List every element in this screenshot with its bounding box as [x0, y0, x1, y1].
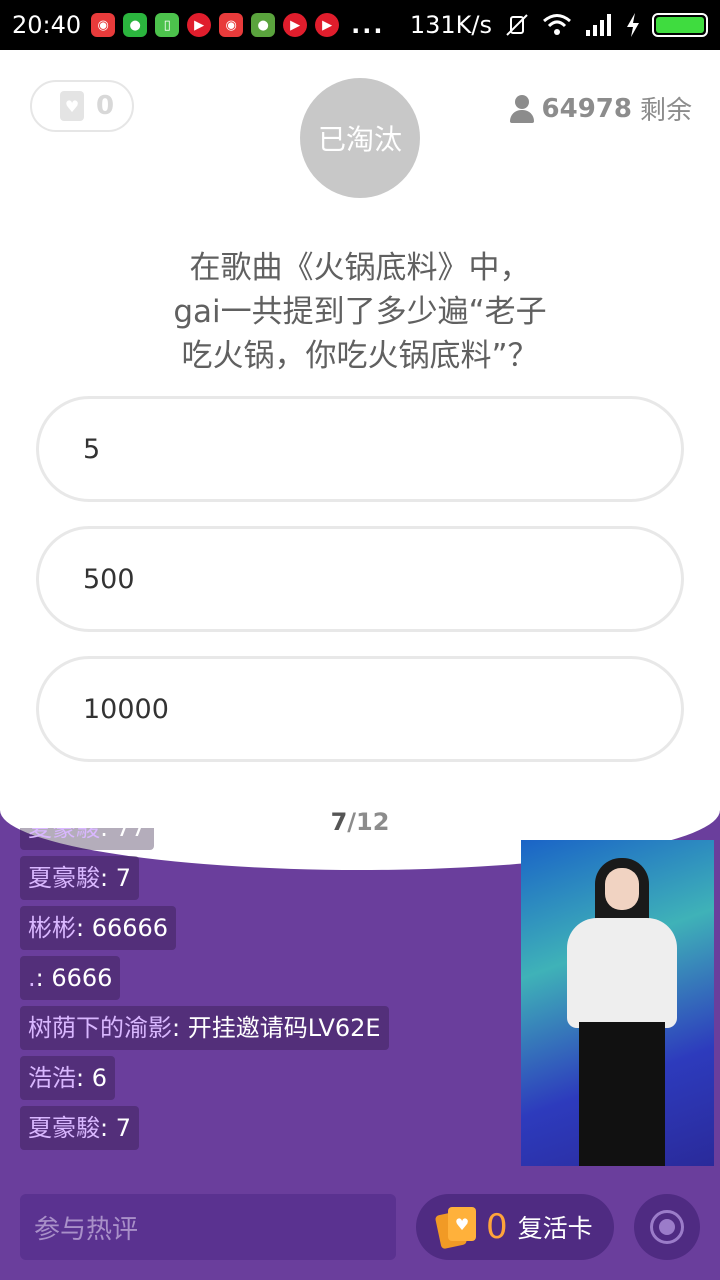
comment-author: 浩浩 — [28, 1064, 76, 1092]
more-notifications-indicator: ... — [351, 11, 385, 39]
wechat-icon: ● — [123, 13, 148, 37]
comment-item: 夏豪駿: 77 — [20, 828, 155, 850]
video-app-icon: ▶ — [187, 13, 212, 37]
comment-item: 夏豪駿: 7 — [20, 1106, 139, 1150]
battery-icon — [652, 13, 708, 37]
comment-text: : 7 — [100, 864, 131, 892]
comment-author: 夏豪駿 — [28, 1114, 100, 1142]
answer-option-1[interactable]: 5 — [36, 396, 684, 502]
comment-input[interactable]: 参与热评 — [20, 1194, 396, 1260]
target-icon — [650, 1210, 684, 1244]
comment-author: 夏豪駿 — [28, 864, 100, 892]
camera-button[interactable] — [634, 1194, 700, 1260]
android-icon: ● — [251, 13, 276, 37]
user-icon — [509, 94, 534, 123]
comment-text: : 66666 — [76, 914, 169, 942]
question-line: 在歌曲《火锅底料》中， — [189, 250, 531, 286]
answer-option-3[interactable]: 10000 — [36, 656, 684, 762]
lives-indicator: ♥ 0 — [30, 80, 134, 132]
sim-icon: ▯ — [155, 13, 180, 37]
comment-text: : 6666 — [35, 964, 113, 992]
comment-text: : 77 — [100, 828, 147, 842]
comment-author: 树荫下的渝影 — [28, 1014, 172, 1042]
eliminated-badge: 已淘汰 — [300, 78, 420, 198]
status-bar: 20:40 ◉ ● ▯ ▶ ◉ ● ▶ ▶ ... 131K/s — [0, 0, 720, 50]
question-card: ♥ 0 已淘汰 64978 剩余 在歌曲《火锅底料》中， gai一共提到了多少遍“… — [0, 50, 720, 870]
net-speed: 131K/s — [409, 11, 492, 39]
comment-text: : 6 — [76, 1064, 107, 1092]
wifi-icon — [543, 14, 571, 35]
remaining-count: 64978 — [541, 93, 632, 124]
comment-item: 彬彬: 66666 — [20, 906, 177, 950]
comment-item: 浩浩: 6 — [20, 1056, 115, 1100]
weibo-icon: ◉ — [219, 13, 244, 37]
comment-author: 夏豪駿 — [28, 828, 100, 842]
host-video[interactable] — [521, 840, 714, 1166]
heart-card-icon: ♥ — [60, 91, 84, 121]
weibo-icon: ◉ — [91, 13, 116, 37]
live-comments: 夏豪駿: 77 夏豪駿: 7 彬彬: 66666 .: 6666 树荫下的渝影:… — [20, 828, 510, 1176]
answer-option-2[interactable]: 500 — [36, 526, 684, 632]
mute-icon — [506, 14, 528, 36]
comment-item: 树荫下的渝影: 开挂邀请码LV62E — [20, 1006, 389, 1050]
remaining-label: 剩余 — [639, 96, 692, 126]
video-app-icon: ▶ — [315, 13, 340, 37]
remaining-players: 64978 剩余 — [509, 90, 692, 127]
revive-label: 复活卡 — [517, 1214, 593, 1243]
comment-item: .: 6666 — [20, 956, 121, 1000]
comment-author: . — [28, 964, 36, 992]
signal-icon — [586, 14, 611, 36]
question-text: 在歌曲《火锅底料》中， gai一共提到了多少遍“老子 吃火锅，你吃火锅底料”？ — [60, 246, 660, 378]
comment-author: 彬彬 — [28, 914, 76, 942]
revive-card-icon: ♥ — [434, 1207, 476, 1250]
status-time: 20:40 — [12, 11, 82, 39]
question-line: gai一共提到了多少遍“老子 — [173, 294, 547, 330]
charging-icon — [627, 13, 639, 37]
video-app-icon: ▶ — [283, 13, 308, 37]
comment-item: 夏豪駿: 7 — [20, 856, 139, 900]
lives-count: 0 — [96, 91, 115, 121]
comment-text: : 7 — [100, 1114, 131, 1142]
revive-count: 0 — [486, 1207, 508, 1247]
comment-text: : 开挂邀请码LV62E — [172, 1014, 381, 1042]
revive-card-button[interactable]: ♥ 0 复活卡 — [416, 1194, 614, 1260]
question-line: 吃火锅，你吃火锅底料”？ — [181, 338, 539, 374]
